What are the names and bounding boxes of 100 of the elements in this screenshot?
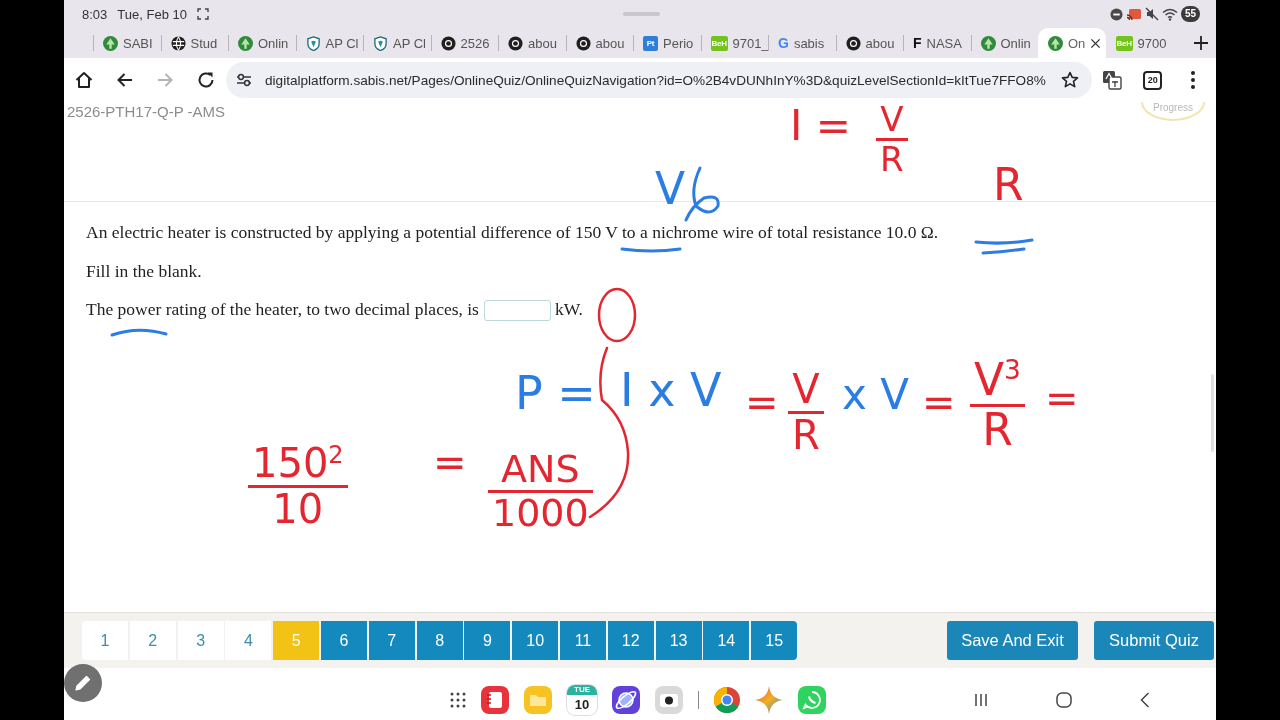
page-number-button[interactable]: 8 <box>416 621 463 660</box>
handwritten-fraction: 150$^{2}$ 10 <box>248 443 348 529</box>
browser-tab[interactable]: abou <box>565 28 633 58</box>
page-number-button[interactable]: 15 <box>751 621 798 660</box>
favicon-label: F <box>913 35 922 51</box>
action-button[interactable]: Save And Exit <box>947 621 1078 660</box>
browser-tab[interactable]: Stud <box>160 28 228 58</box>
pencil-icon <box>74 674 92 692</box>
page-number-button[interactable]: 3 <box>177 621 224 660</box>
action-button[interactable]: Submit Quiz <box>1094 621 1214 660</box>
progress-label: Progress <box>1153 102 1193 113</box>
handwritten-fraction: V R <box>788 369 824 455</box>
close-icon[interactable] <box>1090 37 1102 49</box>
favicon-label: Pt <box>643 35 658 51</box>
handwritten-text: I x V <box>620 367 722 413</box>
new-tab-icon[interactable] <box>1193 35 1209 51</box>
browser-tab[interactable]: BeH 9700 <box>1105 28 1173 58</box>
battery-indicator: 55 <box>1180 6 1200 22</box>
favicon-label: G <box>778 35 789 51</box>
browser-tab[interactable]: BeH 9701_ <box>700 28 768 58</box>
menu-icon[interactable] <box>1191 71 1196 89</box>
site-settings-icon[interactable] <box>236 73 252 87</box>
home-icon[interactable] <box>74 70 95 90</box>
home-button-icon[interactable] <box>1056 692 1072 708</box>
star-icon[interactable] <box>1061 71 1079 89</box>
wifi-icon <box>1161 7 1178 21</box>
page-number-button[interactable]: 1 <box>82 621 128 660</box>
browser-tab[interactable]: SABI <box>93 28 161 58</box>
handwritten-text: x V <box>842 374 909 416</box>
fullscreen-icon[interactable] <box>196 8 209 20</box>
app-grid-icon[interactable] <box>450 692 466 708</box>
notes-app-icon[interactable] <box>481 686 509 714</box>
favicon-label: BeH <box>710 35 728 51</box>
browser-tab[interactable]: Onlin <box>970 28 1038 58</box>
page-number-button[interactable]: 4 <box>225 621 272 660</box>
page-number-button[interactable]: 11 <box>559 621 606 660</box>
round-logo-icon[interactable] <box>714 687 740 713</box>
handwritten-text: = <box>922 382 956 422</box>
browser-tab[interactable]: On <box>1038 28 1106 58</box>
round-logo-icon <box>845 35 861 51</box>
page-number-button[interactable]: 7 <box>368 621 415 660</box>
favicon-label: BeH <box>1115 35 1133 51</box>
tree-icon <box>980 35 996 51</box>
browser-tab[interactable]: G sabis <box>768 28 836 58</box>
instruction-text: Fill in the blank. <box>86 259 203 283</box>
back-icon[interactable] <box>115 71 134 89</box>
handwritten-text: = <box>745 382 779 422</box>
recents-icon[interactable] <box>974 693 988 707</box>
tree-icon <box>103 35 118 51</box>
browser-tab[interactable]: F NASA <box>903 28 971 58</box>
browser-tab[interactable]: Pt Perio <box>633 28 701 58</box>
round-logo-icon <box>440 35 456 51</box>
handwritten-text: V <box>655 167 686 211</box>
mute-icon <box>1144 7 1159 21</box>
planet-app-icon[interactable] <box>612 686 640 714</box>
globe-icon <box>170 35 186 51</box>
page-number-button[interactable]: 13 <box>655 621 702 660</box>
prompt-text: The power rating of the heater, to two decimal places, is <box>86 299 479 319</box>
round-logo-icon <box>508 35 523 51</box>
shield-icon <box>305 35 321 51</box>
page-number-button[interactable]: 2 <box>129 621 176 660</box>
browser-tab[interactable]: abou <box>498 28 566 58</box>
back-icon[interactable] <box>1140 692 1150 708</box>
page-number-button[interactable]: 10 <box>512 621 559 660</box>
handwritten-fraction: ANS 1000 <box>488 450 593 532</box>
date: Tue, Feb 10 <box>117 6 187 22</box>
browser-tab[interactable]: 2526 <box>430 28 498 58</box>
page-number-button[interactable]: 6 <box>321 621 367 660</box>
page-number-button[interactable]: 9 <box>464 621 511 660</box>
clock: 8:03 <box>82 6 108 22</box>
browser-tab[interactable]: Onlin <box>228 28 296 58</box>
page-number-button[interactable]: 14 <box>703 621 750 660</box>
progress-ring <box>1140 102 1206 122</box>
tree-icon <box>238 35 253 51</box>
url-text: digitalplatform.sabis.net/Pages/OnlineQuiz/OnlineQuizNavigation?id=O%2B4vDUNhInY%3D&quizLevelSectionId=kItTue7FFO8% <box>265 72 1046 88</box>
tab-count-button[interactable]: 20 <box>1143 70 1163 90</box>
calendar-app-button[interactable]: TUE 10 <box>567 685 597 715</box>
browser-tab[interactable]: AP Cl <box>363 28 431 58</box>
handwritten-text: = <box>433 442 467 482</box>
browser-tab[interactable]: AP Cl <box>295 28 363 58</box>
handwritten-text: = <box>1045 378 1079 418</box>
translate-icon[interactable] <box>1102 70 1123 90</box>
tree-icon <box>1048 35 1063 51</box>
reload-icon[interactable] <box>196 71 215 89</box>
unit-label: kW. <box>554 299 583 319</box>
do-not-disturb-icon <box>1109 7 1123 21</box>
cast-icon <box>1125 7 1142 21</box>
shield-icon <box>373 35 388 51</box>
handwritten-text: P = <box>515 370 596 416</box>
answer-field[interactable] <box>483 300 551 322</box>
handwritten-text: I = <box>790 105 851 147</box>
browser-tab[interactable]: abou <box>835 28 903 58</box>
drag-handle[interactable] <box>622 12 660 16</box>
page-number-button[interactable]: 12 <box>607 621 654 660</box>
camera-icon[interactable] <box>655 686 683 714</box>
address-bar[interactable]: digitalplatform.sabis.net/Pages/OnlineQuiz/OnlineQuizNavigation?id=O%2B4vDUNhInY%3D&quizLevelSectionId=kItTue7FFO8% <box>226 62 1092 98</box>
handwritten-fraction: V R <box>876 102 908 176</box>
handwritten-text: R <box>993 163 1024 207</box>
quiz-code: 2526-PTH17-Q-P -AMS <box>67 103 226 120</box>
round-logo-icon <box>575 35 591 51</box>
